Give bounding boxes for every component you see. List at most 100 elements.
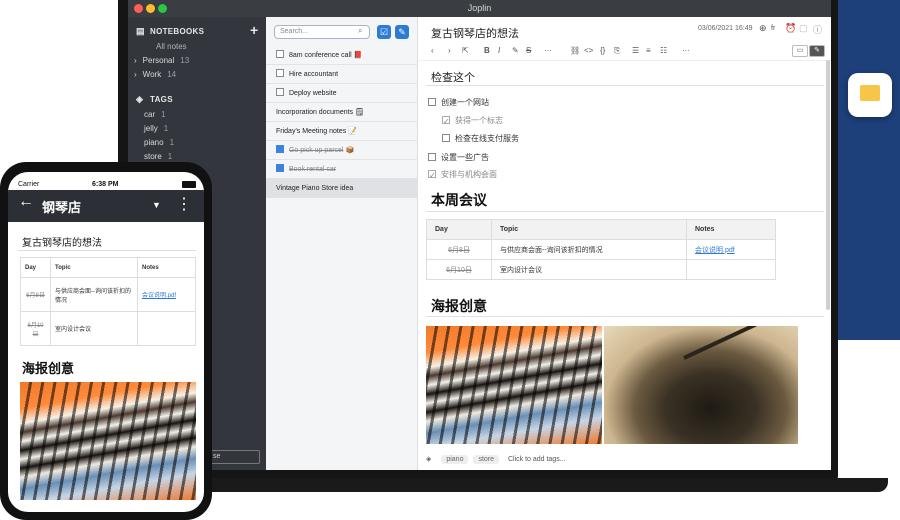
todo-checkbox[interactable] <box>276 164 284 172</box>
note-item[interactable]: Friday's Meeting notes 📝 <box>266 122 418 141</box>
strikethrough-icon[interactable]: S <box>526 46 531 55</box>
back-icon[interactable]: ‹ <box>431 46 434 55</box>
tag-chip[interactable]: store <box>473 455 499 464</box>
tag-chip[interactable]: piano <box>441 455 469 464</box>
todo-checkbox[interactable] <box>442 134 450 142</box>
note-item[interactable]: 8am conference call 📕 <box>266 46 418 65</box>
todo-item[interactable]: ✓ 安排与机构会面 <box>428 169 497 180</box>
zoom-window-button[interactable] <box>158 4 167 13</box>
clock-label: 6:38 PM <box>92 181 119 188</box>
todo-text: 创建一个网站 <box>441 98 489 107</box>
todo-item[interactable]: ✓ 获得一个标志 <box>442 115 503 126</box>
toggle-editor-icon[interactable]: ✎ <box>809 45 825 57</box>
table-row: 6月8日 与供应商会面--询问该折扣的情况 会议说明.pdf <box>426 239 776 260</box>
sidebar-item-personal[interactable]: › Personal 13 <box>134 56 189 65</box>
more-icon[interactable]: ··· <box>682 46 690 55</box>
table-cell: 室内设计会议 <box>50 311 138 346</box>
spellcheck-language[interactable]: fr <box>771 25 775 32</box>
note-item[interactable]: Book rental car <box>266 160 418 179</box>
code-block-icon[interactable]: {} <box>600 46 605 55</box>
italic-icon[interactable]: I <box>498 46 500 55</box>
note-item[interactable]: Go pick up parcel 📦 <box>266 141 418 160</box>
column-header: Topic <box>50 257 138 278</box>
new-note-button[interactable]: ✎ <box>395 25 409 39</box>
phone-device: Carrier 6:38 PM ← 钢琴店 ▼ ⋮ 复古钢琴店的想法 Day T… <box>0 162 212 520</box>
vinyl-record-image <box>604 326 798 444</box>
laptop-base <box>96 478 888 492</box>
all-notes-item[interactable]: All notes <box>156 42 187 51</box>
sidebar-tag-car[interactable]: car 1 <box>144 110 166 119</box>
alarm-icon[interactable]: ⏰ <box>785 23 796 34</box>
add-tags-button[interactable]: Click to add tags... <box>508 456 566 463</box>
pdf-link[interactable]: 会议说明.pdf <box>695 247 735 254</box>
expand-arrow-icon[interactable]: › <box>134 56 137 65</box>
search-icon: ⌕ <box>358 26 363 35</box>
note-emoji: 📝 <box>348 128 357 135</box>
bullet-list-icon[interactable]: ☰ <box>632 46 639 55</box>
minimize-window-button[interactable] <box>146 4 155 13</box>
column-header: Notes <box>686 219 776 240</box>
todo-checkbox[interactable]: ✓ <box>442 116 450 126</box>
editor-scrollbar[interactable] <box>826 60 830 310</box>
phone-piano-image <box>20 382 196 500</box>
forward-icon[interactable]: › <box>448 46 451 55</box>
note-item-selected[interactable]: Vintage Piano Store idea <box>266 179 418 198</box>
todo-checkbox[interactable] <box>276 69 284 77</box>
dropdown-caret-icon[interactable]: ▼ <box>152 200 161 210</box>
globe-icon[interactable]: ⊕ <box>759 23 767 34</box>
note-item[interactable]: Deploy website <box>266 84 418 103</box>
table-cell: 与供应商会面--询问该折扣的情况 <box>50 277 138 312</box>
todo-checkbox[interactable]: ✓ <box>428 170 436 180</box>
note-item[interactable]: Hire accountant <box>266 65 418 84</box>
synchronise-button[interactable]: se <box>206 450 260 464</box>
todo-item[interactable]: 创建一个网站 <box>428 97 489 108</box>
todo-item[interactable]: 设置一些广告 <box>428 152 489 163</box>
info-icon[interactable]: ⓘ <box>813 23 822 36</box>
notebooks-header[interactable]: NOTEBOOKS <box>150 27 204 36</box>
tag-icon: ◈ <box>426 456 432 463</box>
tags-header[interactable]: TAGS <box>150 95 173 104</box>
notebook-count: 14 <box>167 70 177 79</box>
todo-checkbox[interactable] <box>276 50 284 58</box>
folder-icon <box>860 85 880 101</box>
todo-checkbox[interactable] <box>428 153 436 161</box>
search-input[interactable]: Search... <box>274 25 370 39</box>
numbered-list-icon[interactable]: ≡ <box>646 46 651 55</box>
piano-image <box>426 326 602 444</box>
close-window-button[interactable] <box>134 4 143 13</box>
attachment-icon[interactable]: ⎘ <box>614 46 620 56</box>
table-cell: 与供应商会面--询问该折扣的情况 <box>491 239 687 260</box>
bold-icon[interactable]: B <box>484 46 490 55</box>
tag-count: 1 <box>167 152 173 161</box>
todo-checkbox[interactable] <box>276 145 284 153</box>
checklist-icon[interactable]: ☷ <box>660 46 667 55</box>
sidebar-item-work[interactable]: › Work 14 <box>134 70 176 79</box>
lock-icon[interactable]: ▢ <box>799 23 808 34</box>
expand-arrow-icon[interactable]: › <box>134 70 137 79</box>
code-icon[interactable]: <> <box>584 46 593 55</box>
heading-poster: 海报创意 <box>431 298 487 314</box>
todo-item[interactable]: 检查在线支付服务 <box>442 133 519 144</box>
add-notebook-button[interactable]: + <box>250 22 258 38</box>
phone-header-bar: ← 钢琴店 ▼ ⋮ <box>8 190 204 222</box>
more-icon[interactable]: ··· <box>544 46 552 55</box>
note-item[interactable]: Incorporation documents 🗒 <box>266 103 418 122</box>
toggle-layout-icon[interactable]: ▭ <box>792 45 808 57</box>
tag-name: piano <box>144 138 164 147</box>
highlight-icon[interactable]: ✎ <box>512 46 519 55</box>
overflow-menu-icon[interactable]: ⋮ <box>176 194 192 214</box>
link-icon[interactable]: ⛓ <box>570 46 580 55</box>
external-edit-icon[interactable]: ⇱ <box>462 46 469 55</box>
window-title: Joplin <box>467 3 492 13</box>
sidebar-tag-jelly[interactable]: jelly 1 <box>144 124 168 133</box>
sidebar-tag-store[interactable]: store 1 <box>144 152 172 161</box>
todo-checkbox[interactable] <box>276 88 284 96</box>
new-todo-button[interactable]: ☑ <box>377 25 391 39</box>
pdf-link[interactable]: 会议说明.pdf <box>142 293 176 299</box>
table-cell-link: 会议说明.pdf <box>686 239 776 260</box>
heading-meeting: 本周会议 <box>431 192 487 208</box>
back-arrow-icon[interactable]: ← <box>18 193 34 211</box>
sidebar-tag-piano[interactable]: piano 1 <box>144 138 174 147</box>
note-title-input[interactable]: 复古钢琴店的想法 <box>431 25 519 41</box>
todo-checkbox[interactable] <box>428 98 436 106</box>
